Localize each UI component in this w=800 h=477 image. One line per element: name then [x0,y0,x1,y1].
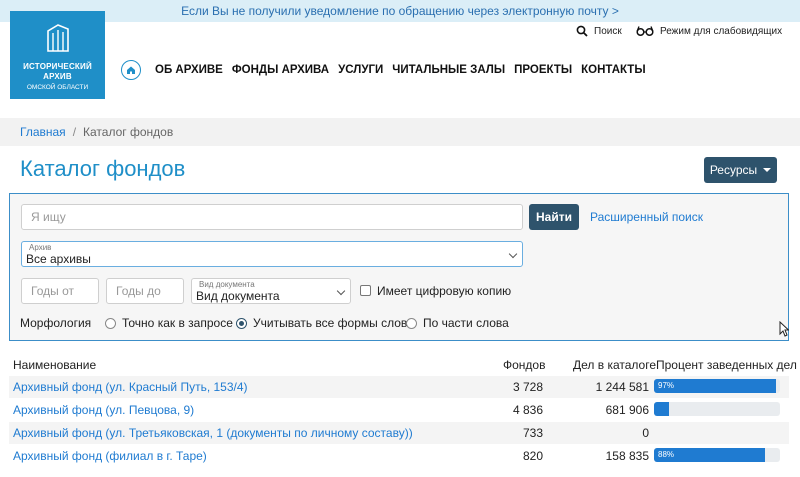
search-placeholder: Я ищу [31,210,66,224]
percent-progress-bar [654,402,780,416]
funds-count: 4 836 [512,403,543,417]
find-button[interactable]: Найти [529,204,579,230]
year-to-input[interactable]: Годы до [106,278,184,304]
year-from-input[interactable]: Годы от [21,278,99,304]
logo-subtitle: ОМСКОЙ ОБЛАСТИ [26,84,89,91]
glasses-icon [636,26,654,37]
digital-copy-checkbox[interactable] [360,285,371,296]
search-input[interactable]: Я ищу [21,204,523,230]
year-from-placeholder: Годы от [31,284,74,298]
home-icon [127,66,135,74]
home-button[interactable] [121,60,141,80]
digital-copy-label[interactable]: Имеет цифровую копию [377,284,511,298]
archive-select-label: Архив [29,243,52,252]
radio-partial-label[interactable]: По части слова [423,316,509,330]
search-link[interactable]: Поиск [576,22,622,40]
funds-count: 733 [522,426,543,440]
breadcrumb-current: Каталог фондов [83,125,174,139]
nav-item-projects[interactable]: ПРОЕКТЫ [514,62,572,78]
logo-title: ИСТОРИЧЕСКИЙ АРХИВ [23,62,92,81]
fund-name-link[interactable]: Архивный фонд (ул. Певцова, 9) [13,403,194,417]
fund-name-link[interactable]: Архивный фонд (ул. Третьяковская, 1 (док… [13,426,413,440]
chevron-down-icon [336,286,346,296]
radio-all-forms[interactable] [236,318,247,329]
table-row: Архивный фонд (филиал в г. Таре) 820 158… [9,445,789,467]
radio-exact[interactable] [105,318,116,329]
percent-progress-bar: 97% [654,379,780,393]
col-header-percent: Процент заведенных дел [656,358,797,372]
nav-item-services[interactable]: УСЛУГИ [338,62,383,78]
low-vision-label: Режим для слабовидящих [660,25,783,37]
col-header-name: Наименование [13,358,97,372]
archive-select-value: Все архивы [26,252,91,266]
radio-all-forms-label[interactable]: Учитывать все формы слов [253,316,407,330]
mouse-cursor-icon [779,321,789,337]
col-header-cases: Дел в каталоге [573,358,657,372]
year-to-placeholder: Годы до [116,284,161,298]
fund-name-link[interactable]: Архивный фонд (филиал в г. Таре) [13,449,207,463]
nav-item-reading-rooms[interactable]: ЧИТАЛЬНЫЕ ЗАЛЫ [392,62,505,78]
building-icon [47,24,69,52]
funds-count: 3 728 [512,380,543,394]
notice-bar[interactable]: Если Вы не получили уведомление по обращ… [0,0,800,22]
percent-progress-bar: 88% [654,448,780,462]
doctype-select[interactable]: Вид документа Вид документа [191,278,351,304]
funds-count: 820 [522,449,543,463]
nav-item-contacts[interactable]: КОНТАКТЫ [581,62,645,78]
morphology-label: Морфология [20,316,92,330]
doctype-select-label: Вид документа [199,280,255,289]
logo[interactable]: ИСТОРИЧЕСКИЙ АРХИВ ОМСКОЙ ОБЛАСТИ [10,11,105,99]
breadcrumb-separator: / [72,125,77,139]
resources-dropdown-button[interactable]: Ресурсы [704,157,777,183]
advanced-search-link[interactable]: Расширенный поиск [590,210,703,224]
low-vision-link[interactable]: Режим для слабовидящих [636,22,782,40]
cases-count: 681 906 [605,403,649,417]
search-icon [576,25,588,37]
table-row: Архивный фонд (ул. Третьяковская, 1 (док… [9,422,789,444]
percent-fill: 97% [654,379,777,393]
fund-name-link[interactable]: Архивный фонд (ул. Красный Путь, 153/4) [13,380,248,394]
resources-label: Ресурсы [709,163,758,177]
percent-fill: 88% [654,448,765,462]
cases-count: 0 [642,426,649,440]
col-header-funds: Фондов [503,358,546,372]
percent-fill [654,402,670,416]
nav-item-about[interactable]: ОБ АРХИВЕ [155,62,223,78]
breadcrumb: Главная / Каталог фондов [0,118,800,146]
chevron-down-icon [508,249,518,259]
nav-item-funds[interactable]: ФОНДЫ АРХИВА [232,62,329,78]
table-row: Архивный фонд (ул. Певцова, 9) 4 836 681… [9,399,789,421]
filter-panel: Я ищу Найти Расширенный поиск Архив Все … [9,193,789,341]
table-row: Архивный фонд (ул. Красный Путь, 153/4) … [9,376,789,398]
search-link-label: Поиск [594,25,622,37]
breadcrumb-home[interactable]: Главная [20,125,66,139]
notice-text[interactable]: Если Вы не получили уведомление по обращ… [181,4,619,18]
radio-partial[interactable] [406,318,417,329]
doctype-select-value: Вид документа [196,289,280,303]
cases-count: 1 244 581 [595,380,649,394]
archive-select[interactable]: Архив Все архивы [21,241,523,267]
cases-count: 158 835 [605,449,649,463]
page-title: Каталог фондов [20,156,186,181]
caret-down-icon [763,168,772,172]
main-nav: ОБ АРХИВЕ ФОНДЫ АРХИВА УСЛУГИ ЧИТАЛЬНЫЕ … [155,62,655,78]
radio-exact-label[interactable]: Точно как в запросе [122,316,233,330]
